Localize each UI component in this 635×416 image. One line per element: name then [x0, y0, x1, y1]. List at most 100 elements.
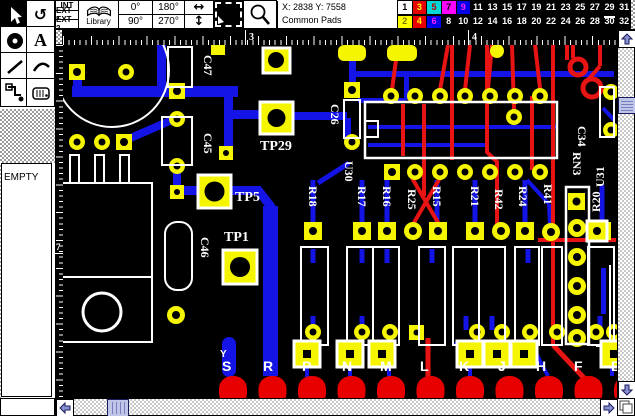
- palette-color-19[interactable]: 19: [529, 0, 545, 15]
- svg-text:R25: R25: [405, 189, 419, 210]
- palette-color-24[interactable]: 24: [558, 15, 574, 30]
- palette-color-25[interactable]: 25: [573, 0, 589, 15]
- flip-vertical-button[interactable]: ↕: [184, 14, 214, 29]
- svg-text:R24: R24: [516, 186, 530, 207]
- svg-text:M: M: [380, 358, 392, 374]
- palette-color-5[interactable]: 5: [426, 0, 442, 15]
- text-tool-button[interactable]: A: [26, 26, 55, 55]
- palette-color-11[interactable]: 11: [470, 0, 486, 15]
- ruler-corner: [55, 29, 63, 45]
- palette-color-31[interactable]: 31: [616, 0, 632, 15]
- palette-color-28[interactable]: 28: [587, 15, 603, 30]
- palette-color-4[interactable]: 4: [412, 15, 428, 30]
- palette-color-3[interactable]: 3: [412, 0, 428, 15]
- svg-text:P: P: [302, 358, 311, 374]
- vertical-scrollbar[interactable]: [617, 29, 635, 398]
- palette-color-30[interactable]: 30: [602, 15, 618, 30]
- arc-icon: [31, 57, 51, 77]
- component-tool-button[interactable]: [26, 78, 55, 107]
- trace-tool-button[interactable]: [0, 78, 29, 107]
- trace-icon: [5, 83, 25, 103]
- palette-color-2[interactable]: 2: [397, 15, 413, 30]
- down-arr: [621, 384, 633, 396]
- svg-text:R18: R18: [306, 186, 320, 207]
- svg-text:C34: C34: [575, 126, 589, 147]
- layer-color-palette: 1234567891011121314151617181920212223242…: [397, 0, 632, 29]
- library-list-panel: EMPTY: [1, 163, 52, 397]
- book-icon: [86, 3, 112, 18]
- cursor-coordinates: X: 2838 Y: 7558: [282, 1, 395, 14]
- svg-text:TP29: TP29: [260, 139, 292, 154]
- window-resize-box[interactable]: [617, 398, 635, 416]
- library-button[interactable]: Library: [78, 0, 119, 29]
- palette-color-23[interactable]: 23: [558, 0, 574, 15]
- palette-color-21[interactable]: 21: [543, 0, 559, 15]
- rotate-180-button[interactable]: 180°: [152, 0, 185, 15]
- svg-text:R21: R21: [468, 186, 482, 207]
- library-empty-label: EMPTY: [4, 172, 38, 183]
- flip-vertical-icon: ↕: [194, 14, 205, 29]
- palette-color-9[interactable]: 9: [456, 0, 472, 15]
- line-icon: [5, 57, 25, 77]
- hscroll-track[interactable]: [56, 399, 616, 415]
- palette-color-17[interactable]: 17: [514, 0, 530, 15]
- svg-text:C26: C26: [328, 104, 342, 125]
- rotate-270-button[interactable]: 270°: [152, 14, 185, 29]
- rotate-90-button[interactable]: 90°: [118, 14, 153, 29]
- palette-color-8[interactable]: 8: [441, 15, 457, 30]
- svg-text:R: R: [263, 358, 273, 374]
- panel-edge: [0, 163, 1, 398]
- rotate-0-button[interactable]: 0°: [118, 0, 153, 15]
- pcb-canvas[interactable]: C47C45C26C46TP29TP5TP1U30R18R17R16R25R15…: [63, 45, 617, 398]
- select-tool-button[interactable]: [0, 0, 29, 29]
- svg-text:3: 3: [249, 32, 254, 43]
- palette-color-20[interactable]: 20: [529, 15, 545, 30]
- left-arr: [59, 402, 71, 414]
- scroll-left-button[interactable]: [56, 399, 74, 416]
- palette-color-15[interactable]: 15: [499, 0, 515, 15]
- vscroll-thumb[interactable]: [618, 97, 635, 114]
- vscroll-track[interactable]: [618, 30, 634, 397]
- flip-horizontal-button[interactable]: ↔: [184, 0, 214, 15]
- palette-color-14[interactable]: 14: [485, 15, 501, 30]
- pad-tool-button[interactable]: [0, 26, 29, 55]
- svg-text:R17: R17: [355, 186, 369, 207]
- palette-color-12[interactable]: 12: [470, 15, 486, 30]
- svg-text:C46: C46: [198, 237, 212, 258]
- scroll-down-button[interactable]: [618, 381, 635, 399]
- svg-text:C47: C47: [201, 55, 215, 76]
- layer-ext2-button[interactable]: EXT 2: [55, 19, 79, 29]
- zoom-tool-button[interactable]: [243, 0, 277, 29]
- palette-color-22[interactable]: 22: [543, 15, 559, 30]
- palette-color-6[interactable]: 6: [426, 15, 442, 30]
- svg-text:7: 7: [56, 242, 61, 252]
- line-tool-button[interactable]: [0, 52, 29, 81]
- svg-text:4: 4: [472, 32, 477, 43]
- palette-filler-pattern: [0, 109, 55, 163]
- scroll-up-button[interactable]: [618, 30, 635, 48]
- palette-color-29[interactable]: 29: [602, 0, 618, 15]
- palette-color-7[interactable]: 7: [441, 0, 457, 15]
- scroll-right-button[interactable]: [600, 399, 618, 416]
- palette-color-1[interactable]: 1: [397, 0, 413, 15]
- rotate-tool-button[interactable]: ↺: [26, 0, 55, 29]
- palette-color-16[interactable]: 16: [499, 15, 515, 30]
- palette-color-26[interactable]: 26: [573, 15, 589, 30]
- keepout-pattern-tool-button[interactable]: [213, 0, 244, 29]
- magnifier-icon: [248, 3, 272, 27]
- arc-tool-button[interactable]: [26, 52, 55, 81]
- palette-color-13[interactable]: 13: [485, 0, 501, 15]
- up-arr: [621, 33, 633, 45]
- hscroll-thumb[interactable]: [107, 399, 129, 416]
- palette-color-10[interactable]: 10: [456, 15, 472, 30]
- svg-text:L: L: [420, 358, 429, 374]
- svg-text:N: N: [342, 358, 352, 374]
- pad-donut-icon: [5, 31, 25, 51]
- palette-color-27[interactable]: 27: [587, 0, 603, 15]
- svg-text:TP5: TP5: [235, 190, 260, 205]
- palette-color-32[interactable]: 32: [616, 15, 632, 30]
- pcb-editor-window: ↺ A: [0, 0, 635, 416]
- palette-color-18[interactable]: 18: [514, 15, 530, 30]
- tool-palette: ↺ A: [0, 0, 55, 109]
- horizontal-scrollbar[interactable]: [55, 398, 617, 416]
